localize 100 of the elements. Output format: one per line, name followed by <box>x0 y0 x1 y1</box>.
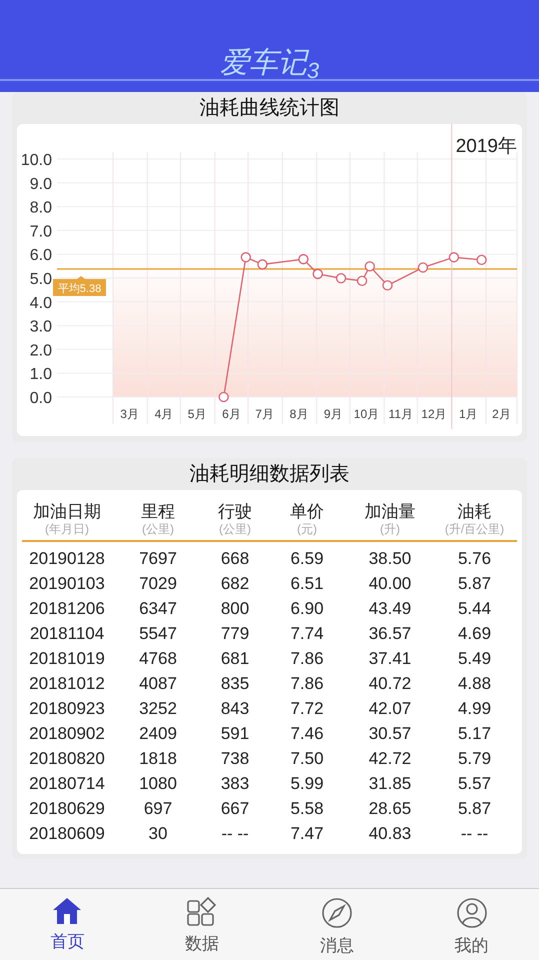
table-cell: 5.87 <box>458 799 492 818</box>
table-cell: 7.46 <box>290 724 324 743</box>
x-axis-label: 10月 <box>354 407 380 421</box>
table-cell: 383 <box>220 774 250 793</box>
table-cell: 5.58 <box>290 799 324 818</box>
y-axis-label: 0.0 <box>30 390 52 407</box>
ref-line-label: 平均5.38 <box>58 282 102 295</box>
data-point <box>382 280 393 291</box>
table-cell: 5.44 <box>458 599 492 618</box>
table-cell: 42.07 <box>368 699 412 718</box>
y-axis-label: 8.0 <box>30 200 52 217</box>
column-unit: (公里) <box>218 522 252 536</box>
table-cell: 4768 <box>139 649 177 668</box>
table-cell: 4.99 <box>458 699 492 718</box>
x-axis-label: 2月 <box>492 407 511 421</box>
compass-icon <box>320 897 353 929</box>
table-cell: 42.72 <box>368 749 412 768</box>
x-axis-label: 5月 <box>188 407 206 421</box>
x-axis-label: 12月 <box>421 407 447 421</box>
data-point <box>364 261 375 272</box>
y-axis-label: 6.0 <box>30 247 52 264</box>
table-cell: 40.83 <box>368 824 412 843</box>
table-cell: 6347 <box>139 599 177 618</box>
table-cell: 6.51 <box>290 574 324 593</box>
column-unit: (年月日) <box>44 522 90 536</box>
table-cell: 3252 <box>139 699 177 718</box>
table-cell: -- -- <box>460 824 488 843</box>
table-cell: 2409 <box>139 724 177 743</box>
table-title: 油耗明细数据列表 <box>188 462 350 487</box>
table-cell: 697 <box>144 799 172 818</box>
table-cell: 20181104 <box>30 624 104 643</box>
column-header: 里程 <box>140 502 176 522</box>
column-header: 油耗 <box>456 502 492 522</box>
table-cell: 7.72 <box>290 699 324 718</box>
table-cell: 668 <box>220 549 250 568</box>
tab-button[interactable]: 数据 <box>134 889 270 960</box>
data-point <box>336 273 346 284</box>
table-cell: 7.74 <box>290 624 324 643</box>
table-cell: 5.49 <box>458 649 492 668</box>
tab-button[interactable]: 我的 <box>404 889 539 960</box>
data-point <box>257 259 268 270</box>
user-icon <box>456 897 488 929</box>
table-cell: 7.86 <box>290 649 324 668</box>
table-cell: 20181012 <box>29 674 105 693</box>
table-cell: 20181206 <box>29 599 105 618</box>
table-cell: 1080 <box>139 774 177 793</box>
x-axis-label: 11月 <box>388 407 414 421</box>
table-cell: 30.57 <box>368 724 412 743</box>
grid-icon <box>186 897 218 927</box>
table-cell: 800 <box>220 599 250 618</box>
y-axis-label: 5.0 <box>30 271 52 288</box>
table-cell: 28.65 <box>368 799 412 818</box>
table-cell: 667 <box>220 799 250 818</box>
table-cell: 591 <box>220 724 250 743</box>
table-cell: 40.00 <box>368 574 412 593</box>
table-cell: 779 <box>220 624 250 643</box>
y-axis-label: 9.0 <box>30 176 52 193</box>
table-cell: 20180714 <box>29 774 105 793</box>
tab-button[interactable]: 首页 <box>0 889 135 960</box>
y-axis-label: 4.0 <box>30 294 52 312</box>
table-cell: 4.69 <box>458 624 492 643</box>
table-cell: 6.59 <box>290 549 324 568</box>
home-icon <box>52 897 82 925</box>
data-point <box>448 252 460 262</box>
data-point <box>240 252 251 262</box>
table-cell: 4087 <box>139 674 177 693</box>
column-header: 加油日期 <box>32 502 102 522</box>
table-cell: 5.17 <box>458 724 492 743</box>
average-tag: 平均5.38 <box>53 276 106 296</box>
column-header: 行驶 <box>217 502 253 522</box>
column-header: 单价 <box>289 502 325 522</box>
column-unit: (升) <box>379 522 401 536</box>
tab-button[interactable]: 消息 <box>270 889 404 960</box>
y-axis-label: 1.0 <box>30 366 52 384</box>
table-cell: 20181019 <box>29 649 105 668</box>
column-unit: (公里) <box>141 522 175 536</box>
x-axis-label: 9月 <box>324 407 343 421</box>
x-axis-label: 7月 <box>255 407 274 421</box>
x-axis-label: 4月 <box>154 407 174 421</box>
table-cell: -- -- <box>221 824 249 843</box>
x-axis-label: 6月 <box>222 407 241 421</box>
table-cell: 843 <box>220 699 250 718</box>
table-cell: 7.47 <box>290 824 324 843</box>
y-axis-label: 2.0 <box>30 342 52 360</box>
table-cell: 5547 <box>139 624 177 643</box>
table-cell: 4.88 <box>458 674 492 693</box>
x-axis-label: 1月 <box>458 407 478 421</box>
table-cell: 682 <box>220 574 250 593</box>
table-cell: 7029 <box>139 574 177 593</box>
table-cell: 7.50 <box>290 749 324 768</box>
table-cell: 7.86 <box>290 674 324 693</box>
table-cell: 738 <box>220 749 250 768</box>
table-cell: 43.49 <box>368 599 412 618</box>
table-cell: 20180609 <box>29 824 105 843</box>
table-cell: 835 <box>220 674 250 693</box>
table-cell: 7697 <box>139 549 177 568</box>
table-cell: 36.57 <box>368 624 412 643</box>
table-cell: 5.99 <box>290 774 324 793</box>
table-cell: 20190103 <box>29 574 105 593</box>
column-header: 加油量 <box>364 502 416 522</box>
